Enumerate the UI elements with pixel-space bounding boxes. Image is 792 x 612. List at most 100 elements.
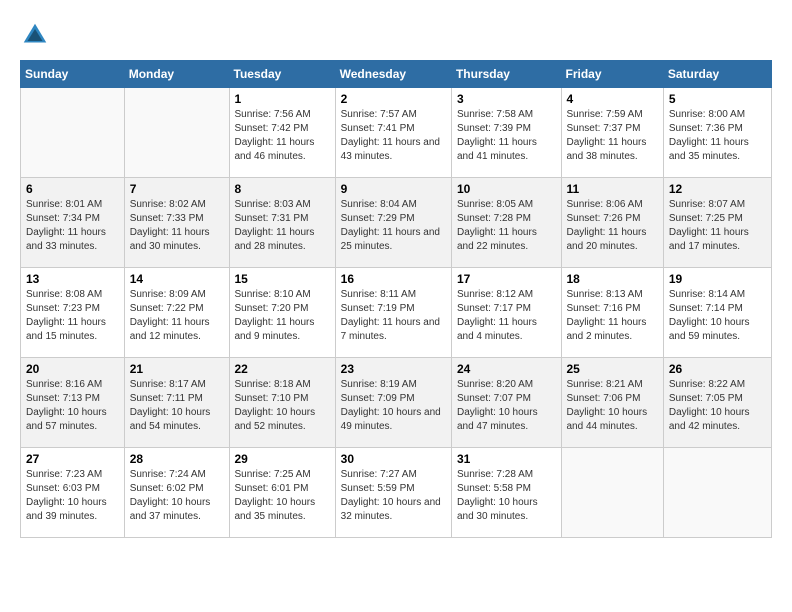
calendar-cell: 13 Sunrise: 8:08 AMSunset: 7:23 PMDayligh… [21,268,125,358]
calendar-cell: 5 Sunrise: 8:00 AMSunset: 7:36 PMDaylight… [663,88,771,178]
calendar-cell: 19Sunrise: 8:14 AMSunset: 7:14 PMDayligh… [663,268,771,358]
day-number: 8 [235,182,330,196]
day-info: Sunrise: 8:08 AMSunset: 7:23 PMDaylight:… [26,288,119,344]
week-row-4: 20 Sunrise: 8:16 AMSunset: 7:13 PMDayligh… [21,358,772,448]
day-info: Sunrise: 8:09 AMSunset: 7:22 PMDaylight:… [130,288,224,344]
calendar-cell: 23 Sunrise: 8:19 AMSunset: 7:09 PMDayligh… [335,358,451,448]
day-number: 14 [130,272,224,286]
day-info: Sunrise: 8:00 AMSunset: 7:36 PMDaylight:… [669,108,766,164]
day-info: Sunrise: 8:03 AMSunset: 7:31 PMDaylight:… [235,198,330,254]
day-info: Sunrise: 8:18 AMSunset: 7:10 PMDaylight:… [235,378,330,434]
calendar-cell: 16 Sunrise: 8:11 AMSunset: 7:19 PMDayligh… [335,268,451,358]
calendar-cell: 7 Sunrise: 8:02 AMSunset: 7:33 PMDaylight… [124,178,229,268]
calendar-cell [21,88,125,178]
calendar-cell: 26 Sunrise: 8:22 AMSunset: 7:05 PMDayligh… [663,358,771,448]
calendar-cell: 14 Sunrise: 8:09 AMSunset: 7:22 PMDayligh… [124,268,229,358]
calendar-cell: 27 Sunrise: 7:23 AMSunset: 6:03 PMDayligh… [21,448,125,538]
calendar-cell: 17Sunrise: 8:12 AMSunset: 7:17 PMDayligh… [451,268,561,358]
day-info: Sunrise: 7:23 AMSunset: 6:03 PMDaylight:… [26,468,119,524]
day-number: 10 [457,182,556,196]
day-info: Sunrise: 8:19 AMSunset: 7:09 PMDaylight:… [341,378,446,434]
day-number: 24 [457,362,556,376]
day-number: 16 [341,272,446,286]
calendar-cell [561,448,663,538]
day-number: 12 [669,182,766,196]
calendar-cell: 11 Sunrise: 8:06 AMSunset: 7:26 PMDayligh… [561,178,663,268]
day-number: 27 [26,452,119,466]
calendar-cell: 22 Sunrise: 8:18 AMSunset: 7:10 PMDayligh… [229,358,335,448]
day-info: Sunrise: 8:11 AMSunset: 7:19 PMDaylight:… [341,288,446,344]
day-info: Sunrise: 7:24 AMSunset: 6:02 PMDaylight:… [130,468,224,524]
day-info: Sunrise: 8:04 AMSunset: 7:29 PMDaylight:… [341,198,446,254]
calendar-header-row: SundayMondayTuesdayWednesdayThursdayFrid… [21,61,772,88]
calendar-cell: 31 Sunrise: 7:28 AMSunset: 5:58 PMDayligh… [451,448,561,538]
header [20,20,772,50]
day-info: Sunrise: 7:59 AMSunset: 7:37 PMDaylight:… [567,108,658,164]
day-number: 19 [669,272,766,286]
calendar-cell: 10 Sunrise: 8:05 AMSunset: 7:28 PMDayligh… [451,178,561,268]
logo [20,20,54,50]
day-info: Sunrise: 7:27 AMSunset: 5:59 PMDaylight:… [341,468,446,524]
week-row-5: 27 Sunrise: 7:23 AMSunset: 6:03 PMDayligh… [21,448,772,538]
calendar-cell: 12Sunrise: 8:07 AMSunset: 7:25 PMDayligh… [663,178,771,268]
calendar-cell: 20 Sunrise: 8:16 AMSunset: 7:13 PMDayligh… [21,358,125,448]
day-number: 11 [567,182,658,196]
week-row-2: 6 Sunrise: 8:01 AMSunset: 7:34 PMDaylight… [21,178,772,268]
day-info: Sunrise: 7:57 AMSunset: 7:41 PMDaylight:… [341,108,446,164]
day-info: Sunrise: 8:05 AMSunset: 7:28 PMDaylight:… [457,198,556,254]
day-info: Sunrise: 8:10 AMSunset: 7:20 PMDaylight:… [235,288,330,344]
calendar-cell: 9 Sunrise: 8:04 AMSunset: 7:29 PMDaylight… [335,178,451,268]
day-number: 9 [341,182,446,196]
calendar-cell: 2 Sunrise: 7:57 AMSunset: 7:41 PMDaylight… [335,88,451,178]
calendar-cell: 28 Sunrise: 7:24 AMSunset: 6:02 PMDayligh… [124,448,229,538]
header-day-monday: Monday [124,61,229,88]
day-info: Sunrise: 8:06 AMSunset: 7:26 PMDaylight:… [567,198,658,254]
calendar-cell: 15 Sunrise: 8:10 AMSunset: 7:20 PMDayligh… [229,268,335,358]
day-number: 7 [130,182,224,196]
day-info: Sunrise: 8:21 AMSunset: 7:06 PMDaylight:… [567,378,658,434]
day-info: Sunrise: 8:02 AMSunset: 7:33 PMDaylight:… [130,198,224,254]
calendar-cell: 29Sunrise: 7:25 AMSunset: 6:01 PMDayligh… [229,448,335,538]
calendar-cell: 18Sunrise: 8:13 AMSunset: 7:16 PMDayligh… [561,268,663,358]
day-number: 15 [235,272,330,286]
day-number: 1 [235,92,330,106]
calendar-cell: 8 Sunrise: 8:03 AMSunset: 7:31 PMDaylight… [229,178,335,268]
day-info: Sunrise: 8:01 AMSunset: 7:34 PMDaylight:… [26,198,119,254]
day-info: Sunrise: 8:13 AMSunset: 7:16 PMDaylight:… [567,288,658,344]
header-day-tuesday: Tuesday [229,61,335,88]
day-number: 31 [457,452,556,466]
day-number: 4 [567,92,658,106]
calendar-cell: 21 Sunrise: 8:17 AMSunset: 7:11 PMDayligh… [124,358,229,448]
day-info: Sunrise: 8:17 AMSunset: 7:11 PMDaylight:… [130,378,224,434]
day-number: 20 [26,362,119,376]
day-number: 23 [341,362,446,376]
day-number: 28 [130,452,224,466]
week-row-1: 1 Sunrise: 7:56 AMSunset: 7:42 PMDaylight… [21,88,772,178]
day-number: 2 [341,92,446,106]
header-day-friday: Friday [561,61,663,88]
day-number: 17 [457,272,556,286]
header-day-saturday: Saturday [663,61,771,88]
calendar-cell: 6 Sunrise: 8:01 AMSunset: 7:34 PMDaylight… [21,178,125,268]
day-number: 13 [26,272,119,286]
day-number: 25 [567,362,658,376]
header-day-thursday: Thursday [451,61,561,88]
day-number: 5 [669,92,766,106]
calendar-cell: 4 Sunrise: 7:59 AMSunset: 7:37 PMDaylight… [561,88,663,178]
day-info: Sunrise: 8:16 AMSunset: 7:13 PMDaylight:… [26,378,119,434]
day-number: 26 [669,362,766,376]
calendar-cell: 24 Sunrise: 8:20 AMSunset: 7:07 PMDayligh… [451,358,561,448]
day-number: 29 [235,452,330,466]
week-row-3: 13 Sunrise: 8:08 AMSunset: 7:23 PMDayligh… [21,268,772,358]
day-info: Sunrise: 8:20 AMSunset: 7:07 PMDaylight:… [457,378,556,434]
day-number: 22 [235,362,330,376]
calendar-cell [124,88,229,178]
day-info: Sunrise: 8:22 AMSunset: 7:05 PMDaylight:… [669,378,766,434]
day-info: Sunrise: 7:28 AMSunset: 5:58 PMDaylight:… [457,468,556,524]
day-info: Sunrise: 7:58 AMSunset: 7:39 PMDaylight:… [457,108,556,164]
calendar-cell: 30Sunrise: 7:27 AMSunset: 5:59 PMDayligh… [335,448,451,538]
day-number: 3 [457,92,556,106]
day-number: 21 [130,362,224,376]
day-number: 6 [26,182,119,196]
day-info: Sunrise: 7:56 AMSunset: 7:42 PMDaylight:… [235,108,330,164]
